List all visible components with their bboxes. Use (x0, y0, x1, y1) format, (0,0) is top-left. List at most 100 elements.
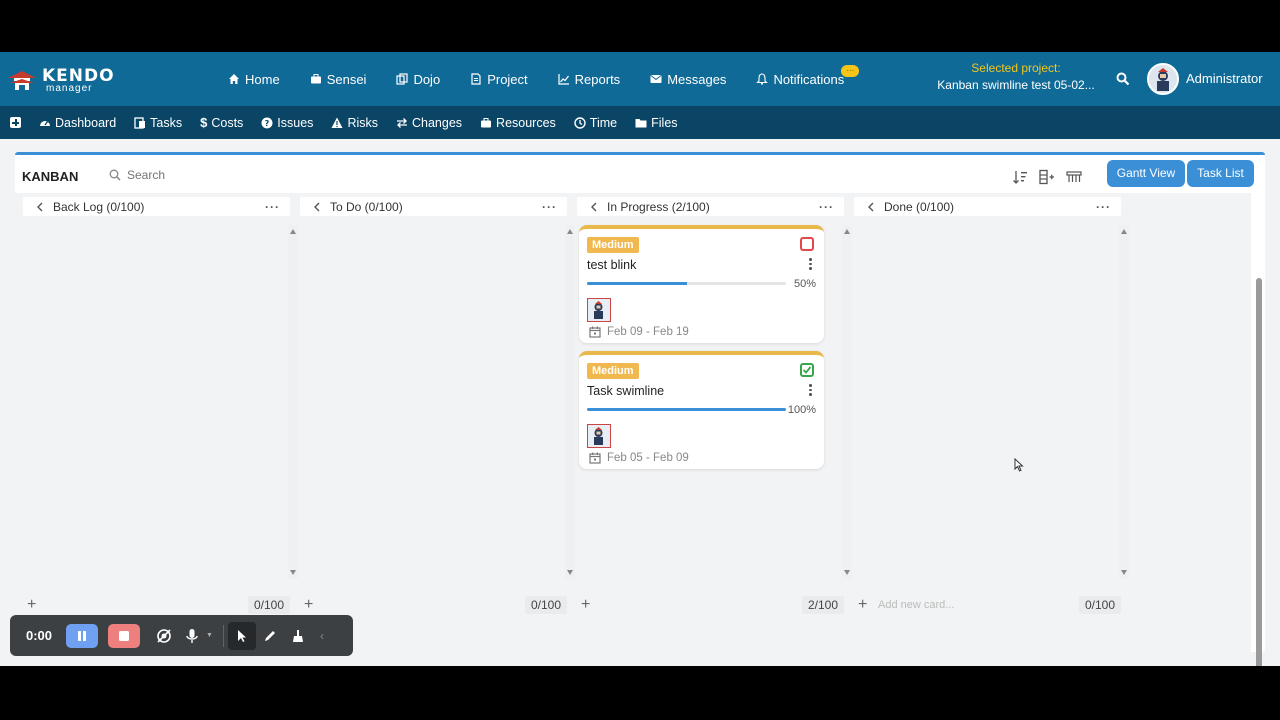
pause-icon (78, 630, 86, 641)
menu-reports[interactable]: Reports (558, 71, 621, 87)
assignee-avatar[interactable] (587, 298, 611, 322)
task-date-range: Feb 05 - Feb 09 (607, 452, 689, 464)
column-header[interactable]: To Do (0/100) ··· (300, 197, 567, 216)
document-icon (471, 73, 481, 85)
subnav-risks[interactable]: Risks (331, 116, 378, 130)
warning-icon (331, 117, 343, 128)
menu-home[interactable]: Home (228, 72, 280, 87)
gantt-view-button[interactable]: Gantt View (1107, 160, 1185, 187)
column-in-progress: In Progress (2/100) ··· Medium test blin… (577, 197, 852, 614)
menu-notifications[interactable]: Notifications ⋯ (756, 64, 860, 87)
pen-tool-button[interactable] (256, 622, 284, 650)
menu-label: Reports (574, 71, 621, 87)
chevron-left-icon[interactable] (589, 202, 599, 212)
subnav-tasks[interactable]: Tasks (134, 116, 182, 130)
samurai-avatar-icon (1149, 65, 1177, 93)
subnav-changes[interactable]: Changes (396, 116, 462, 130)
stop-button[interactable] (108, 623, 140, 648)
column-scrollbar[interactable] (1119, 225, 1129, 579)
column-body (854, 225, 1129, 579)
add-card-icon[interactable]: + (304, 596, 316, 614)
project-subnav: Dashboard Tasks $ Costs ? Issues Risks C… (0, 106, 1280, 139)
progress-label: 50% (793, 278, 816, 290)
search-input[interactable] (127, 168, 287, 182)
progress-bar (587, 408, 786, 411)
column-menu-icon[interactable]: ··· (819, 200, 834, 214)
copy-icon (396, 73, 409, 85)
pointer-tool-button[interactable] (227, 621, 256, 650)
status-checkbox[interactable] (800, 237, 814, 251)
main-menu: Home Sensei Dojo Project Reports Message… (228, 52, 874, 106)
chevron-left-icon[interactable] (35, 202, 45, 212)
user-name[interactable]: Administrator (1186, 71, 1263, 86)
recording-time: 0:00 (26, 628, 53, 643)
svg-text:?: ? (265, 119, 270, 128)
subnav-resources[interactable]: Resources (480, 116, 556, 130)
add-column-icon[interactable] (1039, 169, 1055, 185)
samurai-avatar-icon (594, 427, 603, 445)
menu-label: Messages (667, 71, 727, 87)
microphone-icon (186, 628, 198, 643)
chevron-down-icon[interactable]: ▼ (206, 632, 213, 639)
status-checkbox-checked[interactable] (800, 363, 814, 377)
eraser-tool-button[interactable] (284, 622, 312, 650)
collapse-chevron-icon[interactable]: ‹ (320, 629, 324, 643)
subnav-time[interactable]: Time (574, 116, 617, 130)
chevron-left-icon[interactable] (312, 202, 322, 212)
add-card-icon[interactable]: + (27, 596, 39, 614)
microphone-button[interactable] (178, 622, 206, 650)
menu-project[interactable]: Project (470, 72, 528, 87)
page-scrollbar[interactable] (1253, 240, 1265, 666)
subnav-files[interactable]: Files (635, 116, 678, 130)
task-card[interactable]: Medium Task swimline 100% Feb 05 - Feb 0… (579, 351, 824, 469)
add-card-icon[interactable]: + (581, 596, 593, 614)
subnav-label: Tasks (150, 115, 183, 130)
column-count: 0/100 (247, 596, 290, 614)
task-card[interactable]: Medium test blink 50% Feb 09 - Feb 19 (579, 225, 824, 343)
camera-off-button[interactable] (150, 622, 178, 650)
column-body (300, 225, 575, 579)
subnav-costs[interactable]: $ Costs (200, 115, 243, 130)
selected-project[interactable]: Selected project: Kanban swimline test 0… (936, 61, 1096, 92)
subnav-dashboard[interactable]: Dashboard (39, 116, 116, 130)
menu-messages[interactable]: Messages (650, 72, 726, 87)
logo[interactable]: KENDO manager (6, 64, 114, 96)
toolbar-divider (222, 624, 224, 647)
pause-button[interactable] (66, 623, 98, 648)
kanban-panel: KANBAN Gantt View Task List Back Log (0/… (15, 152, 1265, 655)
assignee-avatar[interactable] (587, 424, 611, 448)
column-title: To Do (0/100) (330, 199, 403, 214)
column-scrollbar[interactable] (842, 225, 852, 579)
card-menu-icon[interactable] (809, 258, 812, 272)
add-card-icon[interactable]: + (858, 596, 870, 614)
pointer-icon (237, 629, 246, 642)
pen-icon (264, 630, 275, 641)
menu-dojo[interactable]: Dojo (396, 72, 440, 87)
column-menu-icon[interactable]: ··· (1096, 200, 1111, 214)
app-frame: KENDO manager Home Sensei Dojo Project R… (0, 52, 1280, 666)
column-scrollbar[interactable] (288, 225, 298, 579)
clock-icon (574, 116, 586, 129)
column-menu-icon[interactable]: ··· (265, 200, 280, 214)
column-menu-icon[interactable]: ··· (542, 200, 557, 214)
swimlane-icon[interactable] (1066, 169, 1082, 185)
column-done: Done (0/100) ··· + Add new card... 0/100 (854, 197, 1129, 614)
subnav-issues[interactable]: ? Issues (261, 116, 313, 130)
add-icon[interactable] (10, 117, 21, 128)
column-header[interactable]: In Progress (2/100) ··· (577, 197, 844, 216)
task-list-button[interactable]: Task List (1187, 160, 1254, 187)
column-header[interactable]: Done (0/100) ··· (854, 197, 1121, 216)
search-icon[interactable] (1116, 72, 1130, 86)
scrollbar-thumb[interactable] (1256, 278, 1262, 666)
column-title: Back Log (0/100) (53, 199, 145, 214)
menu-sensei[interactable]: Sensei (310, 72, 366, 87)
chevron-left-icon[interactable] (866, 202, 876, 212)
sort-icon[interactable] (1012, 169, 1028, 185)
column-header[interactable]: Back Log (0/100) ··· (23, 197, 290, 216)
add-new-card-text[interactable]: Add new card... (878, 599, 954, 611)
column-scrollbar[interactable] (565, 225, 575, 579)
exchange-icon (397, 117, 407, 128)
column-footer: + 0/100 (300, 595, 567, 615)
user-avatar[interactable] (1147, 63, 1179, 95)
card-menu-icon[interactable] (809, 384, 812, 398)
